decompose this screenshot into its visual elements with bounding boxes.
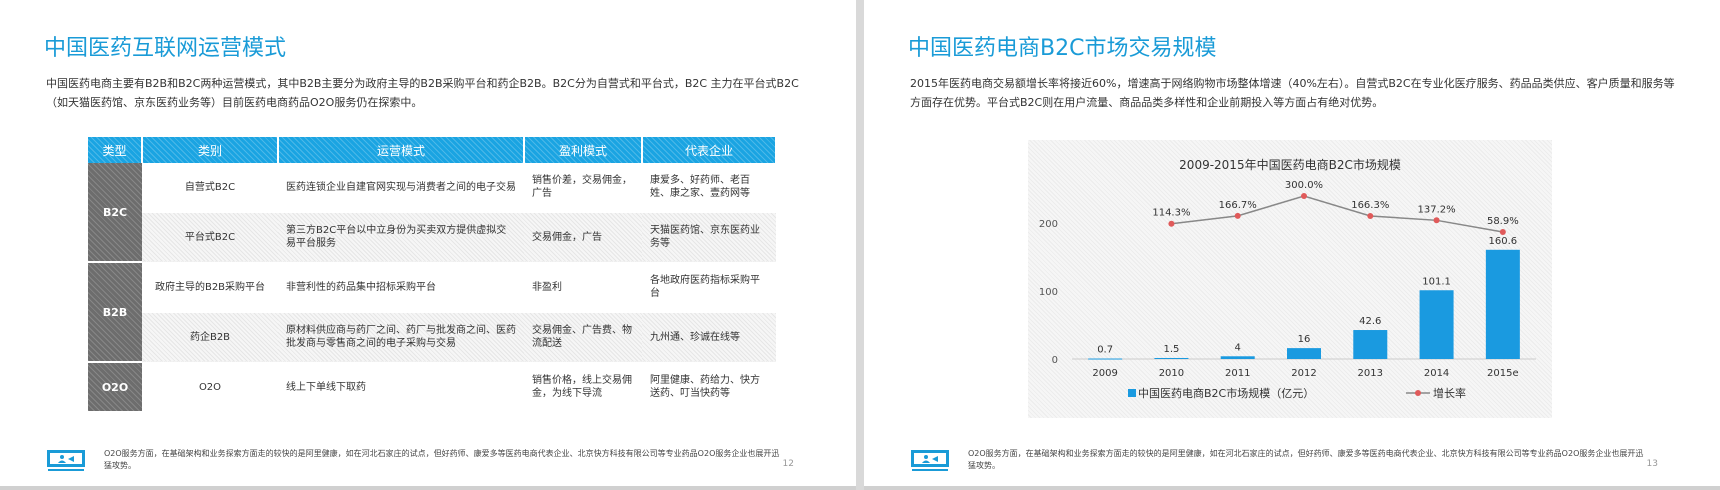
table-row: 平台式B2C 第三方B2C平台以中立身份为买卖双方提供虚拟交易平台服务 交易佣金… [88, 212, 776, 263]
header-category: 类别 [142, 137, 279, 163]
growth-rate-label: 166.3% [1351, 200, 1389, 211]
slide-12: 中国医药互联网运营模式 中国医药电商主要有B2B和B2C两种运营模式，其中B2B… [0, 0, 856, 490]
bar [1419, 290, 1454, 359]
x-tick-label: 2012 [1291, 368, 1316, 379]
profit-cell: 交易佣金，广告 [524, 212, 642, 263]
bar [1485, 249, 1520, 359]
bar-data-label: 0.7 [1097, 345, 1113, 356]
presentation-icon [911, 450, 949, 471]
legend-bar-swatch [1128, 389, 1136, 397]
intro-paragraph: 2015年医药电商交易额增长率将接近60%，增速高于网络购物市场整体增速（40%… [910, 77, 1675, 109]
x-tick-label: 2010 [1159, 368, 1184, 379]
growth-rate-point [1168, 220, 1175, 227]
growth-rate-label: 114.3% [1152, 208, 1190, 219]
type-cell-b2b: B2B [88, 262, 142, 363]
bar-data-label: 1.5 [1163, 344, 1179, 355]
bar-data-label: 42.6 [1359, 316, 1381, 327]
category-cell: O2O [142, 362, 278, 413]
bar [1088, 358, 1123, 360]
growth-rate-point [1367, 212, 1374, 219]
bar [1287, 348, 1321, 359]
presentation-icon [47, 450, 85, 471]
header-type: 类型 [88, 137, 143, 163]
growth-rate-point [1301, 193, 1307, 199]
companies-cell: 九州通、珍诚在线等 [642, 312, 776, 363]
table-row: O2O O2O 线上下单线下取药 销售价格，线上交易佣金，为线下导流 阿里健康、… [88, 362, 776, 413]
table-row: 药企B2B 原材料供应商与药厂之间、药厂与批发商之间、医药批发商与零售商之间的电… [88, 312, 776, 363]
growth-rate-point [1234, 212, 1241, 219]
growth-rate-label: 58.9% [1487, 216, 1519, 227]
footer-bar [0, 486, 856, 490]
footer-note: O2O服务方面，在基础架构和业务探索方面走的较快的是阿里健康，如在河北石家庄的试… [968, 449, 1644, 470]
growth-rate-point [1433, 217, 1440, 224]
legend-line-marker [1415, 390, 1421, 396]
growth-rate-point [1499, 229, 1506, 235]
x-tick-label: 2014 [1424, 368, 1449, 379]
growth-rate-label: 300.0% [1285, 180, 1323, 191]
footer-note: O2O服务方面，在基础架构和业务探索方面走的较快的是阿里健康，如在河北石家庄的试… [104, 449, 780, 470]
growth-rate-label: 166.7% [1219, 200, 1257, 211]
bar-data-label: 16 [1298, 334, 1311, 345]
header-representative-companies: 代表企业 [642, 137, 777, 163]
x-tick-label: 2013 [1358, 368, 1383, 379]
header-operation-mode: 运营模式 [278, 137, 525, 163]
growth-rate-label: 137.2% [1418, 204, 1456, 215]
slide-title: 中国医药电商B2C市场交易规模 [908, 36, 1217, 61]
table-row: B2B 政府主导的B2B采购平台 非营利性的药品集中招标采购平台 非盈利 各地政… [88, 262, 776, 363]
table-row: B2C 自营式B2C 医药连锁企业自建官网实现与消费者之间的电子交易 销售价差，… [88, 163, 776, 263]
category-cell: 政府主导的B2B采购平台 [142, 262, 278, 313]
table-header-row: 类型 类别 运营模式 盈利模式 代表企业 [88, 137, 777, 163]
mode-cell: 第三方B2C平台以中立身份为买卖双方提供虚拟交易平台服务 [278, 212, 524, 263]
profit-cell: 销售价差，交易佣金，广告 [524, 163, 642, 213]
mode-cell: 医药连锁企业自建官网实现与消费者之间的电子交易 [278, 163, 524, 213]
bar [1220, 356, 1255, 359]
slide-divider [856, 0, 864, 490]
companies-cell: 各地政府医药指标采购平台 [642, 262, 776, 313]
mode-cell: 线上下单线下取药 [278, 362, 524, 413]
legend-bar-label: 中国医药电商B2C市场规模（亿元） [1138, 386, 1314, 400]
chart-canvas: 0 100 200 0.7 2009 1.5 2010 4 2011 16 2012 42.6 2013… [1039, 180, 1536, 400]
category-cell: 平台式B2C [142, 212, 278, 263]
companies-cell: 天猫医药馆、京东医药业务等 [642, 212, 776, 263]
type-cell-b2c: B2C [88, 163, 142, 263]
market-size-chart: 2009-2015年中国医药电商B2C市场规模 0 100 200 0.7 2009 1.… [1028, 140, 1552, 418]
bar-data-label: 160.6 [1489, 236, 1518, 247]
mode-cell: 原材料供应商与药厂之间、药厂与批发商之间、医药批发商与零售商之间的电子采购与交易 [278, 312, 524, 363]
operation-mode-table: 类型 类别 运营模式 盈利模式 代表企业 B2C 自营式B2C 医药连锁企业自建… [88, 137, 777, 413]
profit-cell: 非盈利 [524, 262, 642, 313]
profit-cell: 交易佣金、广告费、物流配送 [524, 312, 642, 363]
page-number: 13 [1646, 459, 1658, 469]
footer-bar [864, 486, 1720, 490]
companies-cell: 阿里健康、药给力、快方送药、叮当快药等 [642, 362, 776, 413]
mode-cell: 非营利性的药品集中招标采购平台 [278, 262, 524, 313]
companies-cell: 康爱多、好药师、老百姓、康之家、壹药网等 [642, 163, 776, 213]
category-cell: 自营式B2C [142, 163, 278, 213]
bar-data-label: 4 [1235, 342, 1241, 353]
category-cell: 药企B2B [142, 312, 278, 363]
slide-13: 中国医药电商B2C市场交易规模 2015年医药电商交易额增长率将接近60%，增速… [864, 0, 1720, 490]
y-tick-label: 0 [1052, 355, 1058, 366]
type-cell-o2o: O2O [88, 362, 142, 413]
bar [1154, 357, 1189, 359]
page-number: 12 [782, 459, 794, 469]
bar-data-label: 101.1 [1422, 276, 1451, 287]
legend-line-label: 增长率 [1433, 386, 1466, 400]
x-tick-label: 2009 [1092, 368, 1117, 379]
bar [1353, 330, 1388, 359]
header-profit-mode: 盈利模式 [524, 137, 643, 163]
y-tick-label: 200 [1039, 219, 1058, 230]
y-tick-label: 100 [1039, 287, 1058, 298]
intro-paragraph: 中国医药电商主要有B2B和B2C两种运营模式，其中B2B主要分为政府主导的B2B… [46, 77, 799, 109]
profit-cell: 销售价格，线上交易佣金，为线下导流 [524, 362, 642, 413]
slide-title: 中国医药互联网运营模式 [44, 36, 287, 61]
x-tick-label: 2011 [1225, 368, 1250, 379]
x-tick-label: 2015e [1487, 368, 1519, 379]
